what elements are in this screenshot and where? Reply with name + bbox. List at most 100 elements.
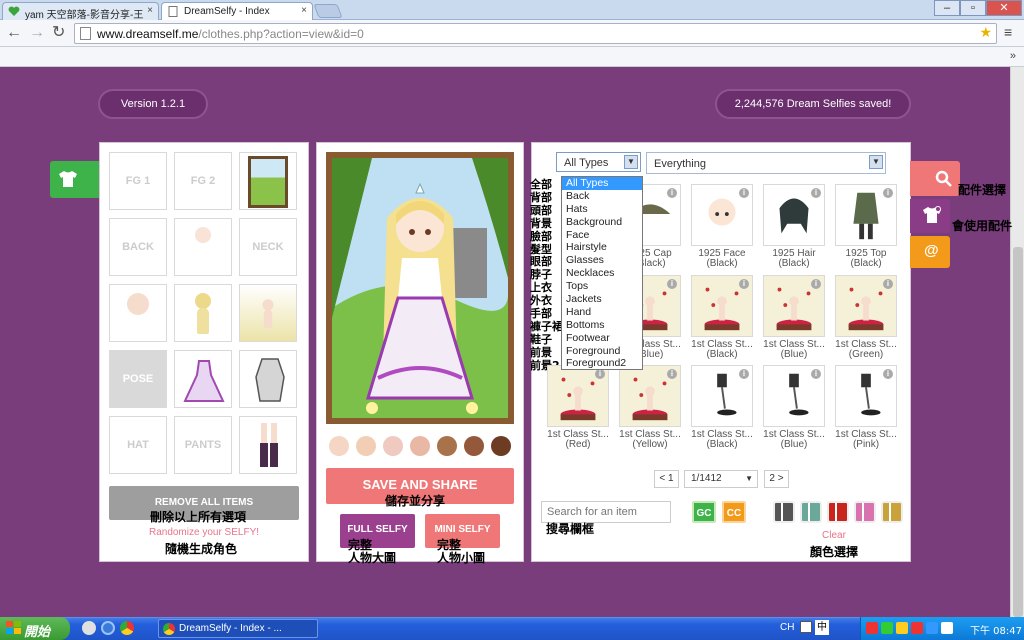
type-dropdown-list[interactable]: All Types Back Hats Background Face Hairstyle… [561,176,643,370]
scrollbar-thumb[interactable] [1013,247,1023,617]
minimize-button[interactable]: – [934,0,960,16]
color-swatch[interactable] [773,501,795,523]
type-option[interactable]: Glasses [562,254,642,267]
info-icon[interactable]: i [811,279,821,289]
tray-app-icon[interactable] [941,622,953,634]
next-page-button[interactable]: 2 > [764,470,789,488]
tray-app-icon[interactable] [881,622,893,634]
more-bookmarks-icon[interactable]: » [1010,50,1016,62]
type-option[interactable]: Bottoms [562,319,642,332]
type-option[interactable]: Back [562,190,642,203]
share-tab-button[interactable]: @ [910,236,950,268]
type-select[interactable]: All Types ▼ [556,152,641,172]
page-select[interactable]: 1/1412 ▼ [684,470,758,488]
address-bar[interactable]: www.dreamself.me/clothes.php?action=view… [74,23,997,44]
type-option[interactable]: Necklaces [562,267,642,280]
tray-app-icon[interactable] [896,622,908,634]
chrome-icon[interactable] [120,621,134,635]
info-icon[interactable]: i [811,369,821,379]
search-tab-button[interactable] [910,161,960,196]
quicklaunch-icon[interactable] [82,621,96,635]
item-card[interactable]: i [763,184,825,246]
item-card[interactable]: i [619,365,681,427]
item-card[interactable]: i [691,275,753,337]
type-option[interactable]: Footwear [562,332,642,345]
clothes-tab-button[interactable] [50,161,100,198]
color-swatch[interactable] [881,501,903,523]
skin-tone-swatch[interactable] [383,436,403,456]
taskbar-window-button[interactable]: DreamSelfy - Index - ... [158,619,318,638]
type-option[interactable]: Hand [562,306,642,319]
color-swatch[interactable] [827,501,849,523]
reload-icon[interactable]: ↻ [52,24,65,42]
bookmark-star-icon[interactable]: ★ [979,24,992,41]
slot-jacket[interactable] [239,350,297,408]
tab-close-icon[interactable]: × [301,5,307,16]
slot-hat[interactable]: HAT [109,416,167,474]
tab-close-icon[interactable]: × [147,5,153,16]
skin-tone-swatch[interactable] [491,436,511,456]
info-icon[interactable]: i [667,188,677,198]
item-card[interactable]: i [835,184,897,246]
slot-foreground[interactable] [239,284,297,342]
slot-pose[interactable]: POSE [109,350,167,408]
maximize-button[interactable]: ▫ [960,0,986,16]
info-icon[interactable]: i [739,369,749,379]
color-swatch[interactable] [854,501,876,523]
clear-colors-link[interactable]: Clear [822,530,846,541]
slot-fg2[interactable]: FG 2 [174,152,232,210]
info-icon[interactable]: i [883,188,893,198]
tray-app-icon[interactable] [926,622,938,634]
slot-background[interactable] [239,152,297,210]
item-card[interactable]: i [763,275,825,337]
type-option[interactable]: Foreground2 [562,357,642,370]
type-option[interactable]: Foreground [562,345,642,358]
info-icon[interactable]: i [883,369,893,379]
slot-shoes[interactable] [239,416,297,474]
slot-back[interactable]: BACK [109,218,167,276]
item-card[interactable]: i [763,365,825,427]
item-card[interactable]: i [547,365,609,427]
item-card[interactable]: i [835,275,897,337]
skin-tone-swatch[interactable] [464,436,484,456]
close-window-button[interactable]: ✕ [986,0,1022,16]
type-option[interactable]: Hats [562,203,642,216]
color-swatch[interactable] [800,501,822,523]
back-arrow-icon[interactable]: ← [6,24,22,42]
menu-icon[interactable]: ≡ [1004,24,1012,40]
slot-hair[interactable] [174,284,232,342]
ie-icon[interactable] [101,621,115,635]
type-option[interactable]: Hairstyle [562,241,642,254]
item-card[interactable]: i [835,365,897,427]
type-option[interactable]: Jackets [562,293,642,306]
used-items-tab-button[interactable] [910,199,950,233]
new-tab-button[interactable] [313,4,343,18]
type-option[interactable]: Tops [562,280,642,293]
info-icon[interactable]: i [739,188,749,198]
randomize-link[interactable]: Randomize your SELFY! [109,527,299,538]
gc-button[interactable]: GC [692,501,716,523]
slot-fg1[interactable]: FG 1 [109,152,167,210]
type-option[interactable]: All Types [562,177,642,190]
slot-face[interactable] [109,284,167,342]
page-scrollbar[interactable] [1010,67,1024,617]
language-indicator[interactable]: CH [780,622,794,633]
skin-tone-swatch[interactable] [329,436,349,456]
ime-indicator[interactable]: 中 [815,620,829,635]
tab-yam[interactable]: yam 天空部落-影音分享-王 × [2,2,159,20]
forward-arrow-icon[interactable]: → [29,24,45,42]
info-icon[interactable]: i [667,279,677,289]
keyboard-icon[interactable] [800,621,812,633]
info-icon[interactable]: i [739,279,749,289]
skin-tone-swatch[interactable] [410,436,430,456]
info-icon[interactable]: i [667,369,677,379]
category-select[interactable]: Everything ▼ [646,152,886,174]
item-card[interactable]: i [691,365,753,427]
cc-button[interactable]: CC [722,501,746,523]
slot-neck[interactable]: NECK [239,218,297,276]
slot-dress[interactable] [174,350,232,408]
type-option[interactable]: Face [562,229,642,242]
type-option[interactable]: Background [562,216,642,229]
prev-page-button[interactable]: < 1 [654,470,679,488]
info-icon[interactable]: i [811,188,821,198]
